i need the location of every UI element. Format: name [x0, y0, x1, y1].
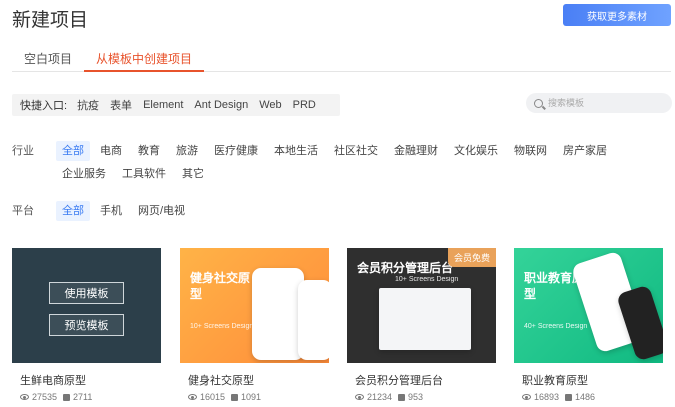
industry-option[interactable]: 金融理财	[388, 141, 444, 161]
platform-filter-label: 平台	[12, 205, 34, 217]
tab-blank-project[interactable]: 空白项目	[12, 50, 84, 72]
view-count: 21234	[367, 392, 393, 402]
page-title: 新建项目	[12, 10, 89, 31]
phone-mockup	[252, 268, 304, 360]
search-icon	[534, 98, 543, 108]
quick-entry-item[interactable]: PRD	[293, 99, 316, 111]
template-thumbnail: 职业教育原型 40+ Screens Design	[514, 248, 663, 363]
view-count: 27535	[32, 392, 58, 402]
template-stats: 21234 953	[355, 392, 496, 402]
preview-template-button[interactable]: 预览模板	[49, 314, 124, 336]
download-icon	[398, 393, 406, 401]
download-count: 1486	[575, 392, 596, 402]
industry-option[interactable]: 物联网	[508, 141, 553, 161]
industry-option[interactable]: 医疗健康	[208, 141, 264, 161]
platform-options: 全部 手机 网页/电视	[56, 201, 666, 221]
industry-filter: 行业 全部 电商 教育 旅游 医疗健康 本地生活 社区社交 金融理财 文化娱乐 …	[12, 141, 666, 184]
member-free-badge: 会员免费	[447, 248, 496, 267]
platform-filter: 平台 全部 手机 网页/电视	[12, 201, 666, 221]
template-title: 生鲜电商原型	[20, 375, 86, 387]
template-title: 职业教育原型	[522, 375, 588, 387]
industry-option[interactable]: 教育	[132, 141, 166, 161]
get-more-assets-button[interactable]: 获取更多素材	[563, 4, 671, 26]
quick-entry-item[interactable]: 表单	[110, 97, 132, 113]
download-icon	[565, 393, 573, 401]
template-thumbnail: 使用模板 预览模板	[12, 248, 161, 363]
thumbnail-subtext: 40+ Screens Design	[524, 323, 588, 330]
industry-option[interactable]: 其它	[176, 164, 210, 184]
industry-option[interactable]: 社区社交	[328, 141, 384, 161]
industry-filter-label: 行业	[12, 145, 34, 157]
template-card[interactable]: 会员积分管理后台 会员免费 10+ Screens Design 会员积分管理后…	[347, 248, 496, 407]
view-count: 16893	[534, 392, 560, 402]
industry-option[interactable]: 全部	[56, 141, 90, 161]
industry-option[interactable]: 企业服务	[56, 164, 112, 184]
quick-entry-item[interactable]: Web	[259, 99, 281, 111]
thumbnail-subtext: 10+ Screens Design	[395, 276, 459, 283]
template-stats: 16893 1486	[522, 392, 663, 402]
quick-entry-label: 快捷入口:	[20, 100, 68, 112]
download-icon	[231, 393, 239, 401]
search-box[interactable]	[526, 93, 672, 113]
industry-options: 全部 电商 教育 旅游 医疗健康 本地生活 社区社交 金融理财 文化娱乐 物联网…	[56, 141, 666, 184]
template-thumbnail: 健身社交原型 10+ Screens Design	[180, 248, 329, 363]
download-count: 1091	[241, 392, 262, 402]
template-title: 会员积分管理后台	[355, 375, 443, 387]
download-icon	[63, 393, 71, 401]
template-card[interactable]: 职业教育原型 40+ Screens Design 职业教育原型 16893 1…	[514, 248, 663, 407]
quick-entry-item[interactable]: Ant Design	[194, 99, 248, 111]
industry-option[interactable]: 房产家居	[557, 141, 613, 161]
tab-from-template[interactable]: 从模板中创建项目	[84, 50, 205, 72]
eye-icon	[20, 394, 29, 400]
quick-entry-item[interactable]: Element	[143, 99, 183, 111]
template-stats: 16015 1091	[188, 392, 329, 402]
download-count: 953	[408, 392, 424, 402]
industry-option[interactable]: 文化娱乐	[448, 141, 504, 161]
template-card[interactable]: 健身社交原型 10+ Screens Design 健身社交原型 16015 1…	[180, 248, 329, 407]
thumbnail-text: 健身社交原型	[190, 271, 251, 301]
industry-option[interactable]: 电商	[94, 141, 128, 161]
industry-option[interactable]: 旅游	[170, 141, 204, 161]
eye-icon	[188, 394, 197, 400]
dashboard-mockup	[379, 288, 471, 350]
quick-entry-item[interactable]: 抗疫	[77, 97, 99, 113]
quick-entry-bar: 快捷入口: 抗疫 表单 Element Ant Design Web PRD	[12, 94, 340, 116]
template-thumbnail: 会员积分管理后台 会员免费 10+ Screens Design	[347, 248, 496, 363]
phone-mockup	[298, 280, 329, 360]
thumbnail-subtext: 10+ Screens Design	[190, 323, 254, 330]
eye-icon	[522, 394, 531, 400]
template-card[interactable]: 使用模板 预览模板 生鲜电商原型 27535 2711	[12, 248, 161, 407]
search-input[interactable]	[548, 98, 658, 108]
industry-option[interactable]: 本地生活	[268, 141, 324, 161]
eye-icon	[355, 394, 364, 400]
project-tabs: 空白项目 从模板中创建项目	[12, 50, 671, 72]
template-title: 健身社交原型	[188, 375, 254, 387]
download-count: 2711	[73, 392, 93, 402]
industry-option[interactable]: 工具软件	[116, 164, 172, 184]
template-stats: 27535 2711	[20, 392, 161, 402]
view-count: 16015	[200, 392, 226, 402]
platform-option[interactable]: 手机	[94, 201, 128, 221]
use-template-button[interactable]: 使用模板	[49, 282, 124, 304]
platform-option[interactable]: 全部	[56, 201, 90, 221]
platform-option[interactable]: 网页/电视	[132, 201, 191, 221]
